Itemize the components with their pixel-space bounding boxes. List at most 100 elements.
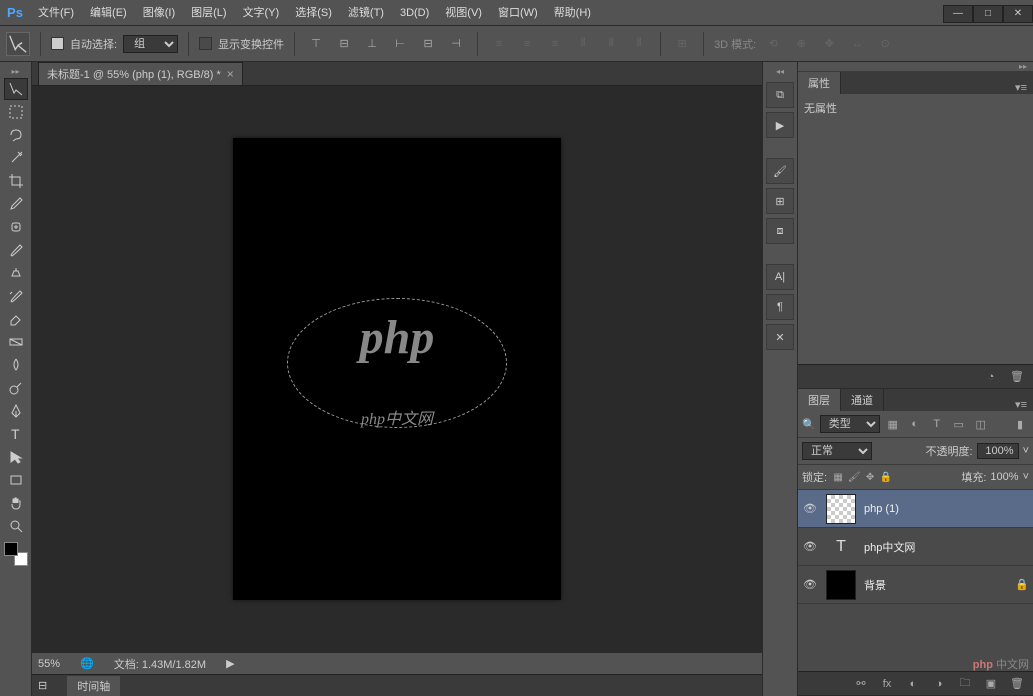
character-panel-icon[interactable]: A| xyxy=(766,264,794,290)
properties-clip-icon[interactable]: ◔ xyxy=(983,371,999,383)
pen-tool[interactable] xyxy=(4,400,28,422)
align-right-icon[interactable]: ⊣ xyxy=(445,33,467,55)
fill-dropdown-icon[interactable]: ˅ xyxy=(1023,471,1029,483)
menu-edit[interactable]: 编辑(E) xyxy=(82,0,135,26)
gradient-tool[interactable] xyxy=(4,331,28,353)
text-tool[interactable]: T xyxy=(4,423,28,445)
status-arrow-icon[interactable]: ▶ xyxy=(226,657,234,670)
layer-item[interactable]: 👁 背景 🔒 xyxy=(798,566,1033,604)
layers-menu-icon[interactable]: ▾≡ xyxy=(1009,398,1033,411)
strip-collapse[interactable]: ◂◂ xyxy=(766,66,794,76)
filter-toggle-icon[interactable]: ▮ xyxy=(1011,415,1029,433)
layer-item[interactable]: 👁 php (1) xyxy=(798,490,1033,528)
new-layer-icon[interactable]: ▣ xyxy=(983,677,999,690)
layer-thumbnail[interactable] xyxy=(826,494,856,524)
menu-3d[interactable]: 3D(D) xyxy=(392,0,437,26)
history-brush-tool[interactable] xyxy=(4,285,28,307)
align-left-icon[interactable]: ⊢ xyxy=(389,33,411,55)
layer-name[interactable]: 背景 xyxy=(864,577,1007,593)
properties-menu-icon[interactable]: ▾≡ xyxy=(1009,81,1033,94)
menu-select[interactable]: 选择(S) xyxy=(287,0,340,26)
timeline-menu-icon[interactable]: ⊟ xyxy=(38,679,47,692)
channels-tab[interactable]: 通道 xyxy=(841,389,884,411)
minimize-button[interactable]: — xyxy=(943,5,973,23)
eyedropper-tool[interactable] xyxy=(4,193,28,215)
filter-text-icon[interactable]: T xyxy=(928,415,946,433)
maximize-button[interactable]: □ xyxy=(973,5,1003,23)
lasso-tool[interactable] xyxy=(4,124,28,146)
brush-presets-icon[interactable]: ⊞ xyxy=(766,188,794,214)
lock-transparency-icon[interactable]: ▦ xyxy=(831,470,845,484)
menu-image[interactable]: 图像(I) xyxy=(135,0,183,26)
zoom-level[interactable]: 55% xyxy=(38,658,60,670)
layer-name[interactable]: php中文网 xyxy=(864,539,1029,555)
marquee-tool[interactable] xyxy=(4,101,28,123)
lock-position-icon[interactable]: ✥ xyxy=(863,470,877,484)
healing-brush-tool[interactable] xyxy=(4,216,28,238)
layer-mask-icon[interactable]: ◐ xyxy=(905,678,921,690)
visibility-toggle-icon[interactable]: 👁 xyxy=(802,578,818,591)
auto-select-dropdown[interactable]: 组 xyxy=(123,35,178,53)
properties-tab[interactable]: 属性 xyxy=(798,72,841,94)
clone-source-icon[interactable]: ⧈ xyxy=(766,218,794,244)
lock-pixels-icon[interactable]: 🖌 xyxy=(847,470,861,484)
opacity-value[interactable]: 100% xyxy=(977,443,1019,459)
rectangle-tool[interactable] xyxy=(4,469,28,491)
delete-layer-icon[interactable]: 🗑 xyxy=(1009,677,1025,690)
brush-tool[interactable] xyxy=(4,239,28,261)
layer-item[interactable]: 👁 T php中文网 xyxy=(798,528,1033,566)
properties-trash-icon[interactable]: 🗑 xyxy=(1009,370,1025,383)
align-top-icon[interactable]: ⊤ xyxy=(305,33,327,55)
menu-file[interactable]: 文件(F) xyxy=(30,0,82,26)
adjustment-layer-icon[interactable]: ◑ xyxy=(931,678,947,690)
clone-stamp-tool[interactable] xyxy=(4,262,28,284)
layer-thumbnail[interactable]: T xyxy=(826,532,856,562)
panels-collapse[interactable]: ▸▸ xyxy=(798,62,1033,72)
menu-layer[interactable]: 图层(L) xyxy=(183,0,234,26)
magic-wand-tool[interactable] xyxy=(4,147,28,169)
foreground-color-swatch[interactable] xyxy=(4,542,18,556)
blend-mode-select[interactable]: 正常 xyxy=(802,442,872,460)
filter-shape-icon[interactable]: ▭ xyxy=(950,415,968,433)
layer-name[interactable]: php (1) xyxy=(864,503,1029,515)
zoom-tool[interactable] xyxy=(4,515,28,537)
move-tool[interactable] xyxy=(4,78,28,100)
dodge-tool[interactable] xyxy=(4,377,28,399)
lock-all-icon[interactable]: 🔒 xyxy=(879,470,893,484)
visibility-toggle-icon[interactable]: 👁 xyxy=(802,540,818,553)
align-bottom-icon[interactable]: ⊥ xyxy=(361,33,383,55)
menu-type[interactable]: 文字(Y) xyxy=(235,0,288,26)
layer-filter-type[interactable]: 类型 xyxy=(820,415,880,433)
actions-panel-icon[interactable]: ▶ xyxy=(766,112,794,138)
show-transform-checkbox[interactable] xyxy=(199,37,212,50)
align-vcenter-icon[interactable]: ⊟ xyxy=(333,33,355,55)
layers-tab[interactable]: 图层 xyxy=(798,389,841,411)
menu-window[interactable]: 窗口(W) xyxy=(490,0,546,26)
hand-tool[interactable] xyxy=(4,492,28,514)
status-globe-icon[interactable]: 🌐 xyxy=(80,657,94,670)
opacity-dropdown-icon[interactable]: ˅ xyxy=(1023,445,1029,457)
blur-tool[interactable] xyxy=(4,354,28,376)
menu-filter[interactable]: 滤镜(T) xyxy=(340,0,392,26)
group-layers-icon[interactable]: 🗀 xyxy=(957,674,973,693)
eraser-tool[interactable] xyxy=(4,308,28,330)
app-logo[interactable]: Ps xyxy=(0,0,30,26)
filter-adjust-icon[interactable]: ◐ xyxy=(906,415,924,433)
brush-panel-icon[interactable]: 🖌 xyxy=(766,158,794,184)
filter-smart-icon[interactable]: ◫ xyxy=(972,415,990,433)
path-selection-tool[interactable] xyxy=(4,446,28,468)
visibility-toggle-icon[interactable]: 👁 xyxy=(802,502,818,515)
paragraph-panel-icon[interactable]: ¶ xyxy=(766,294,794,320)
layer-style-icon[interactable]: fx xyxy=(879,678,895,690)
timeline-tab[interactable]: 时间轴 xyxy=(67,676,120,696)
filter-pixel-icon[interactable]: ▦ xyxy=(884,415,902,433)
auto-select-checkbox[interactable]: ✓ xyxy=(51,37,64,50)
canvas[interactable]: php php中文网 xyxy=(233,138,561,600)
current-tool-icon[interactable] xyxy=(6,32,30,56)
color-swatches[interactable] xyxy=(4,542,28,566)
history-panel-icon[interactable]: ⧉ xyxy=(766,82,794,108)
canvas-viewport[interactable]: php php中文网 xyxy=(32,86,762,652)
align-hcenter-icon[interactable]: ⊟ xyxy=(417,33,439,55)
close-tab-icon[interactable]: × xyxy=(227,67,234,81)
crop-tool[interactable] xyxy=(4,170,28,192)
